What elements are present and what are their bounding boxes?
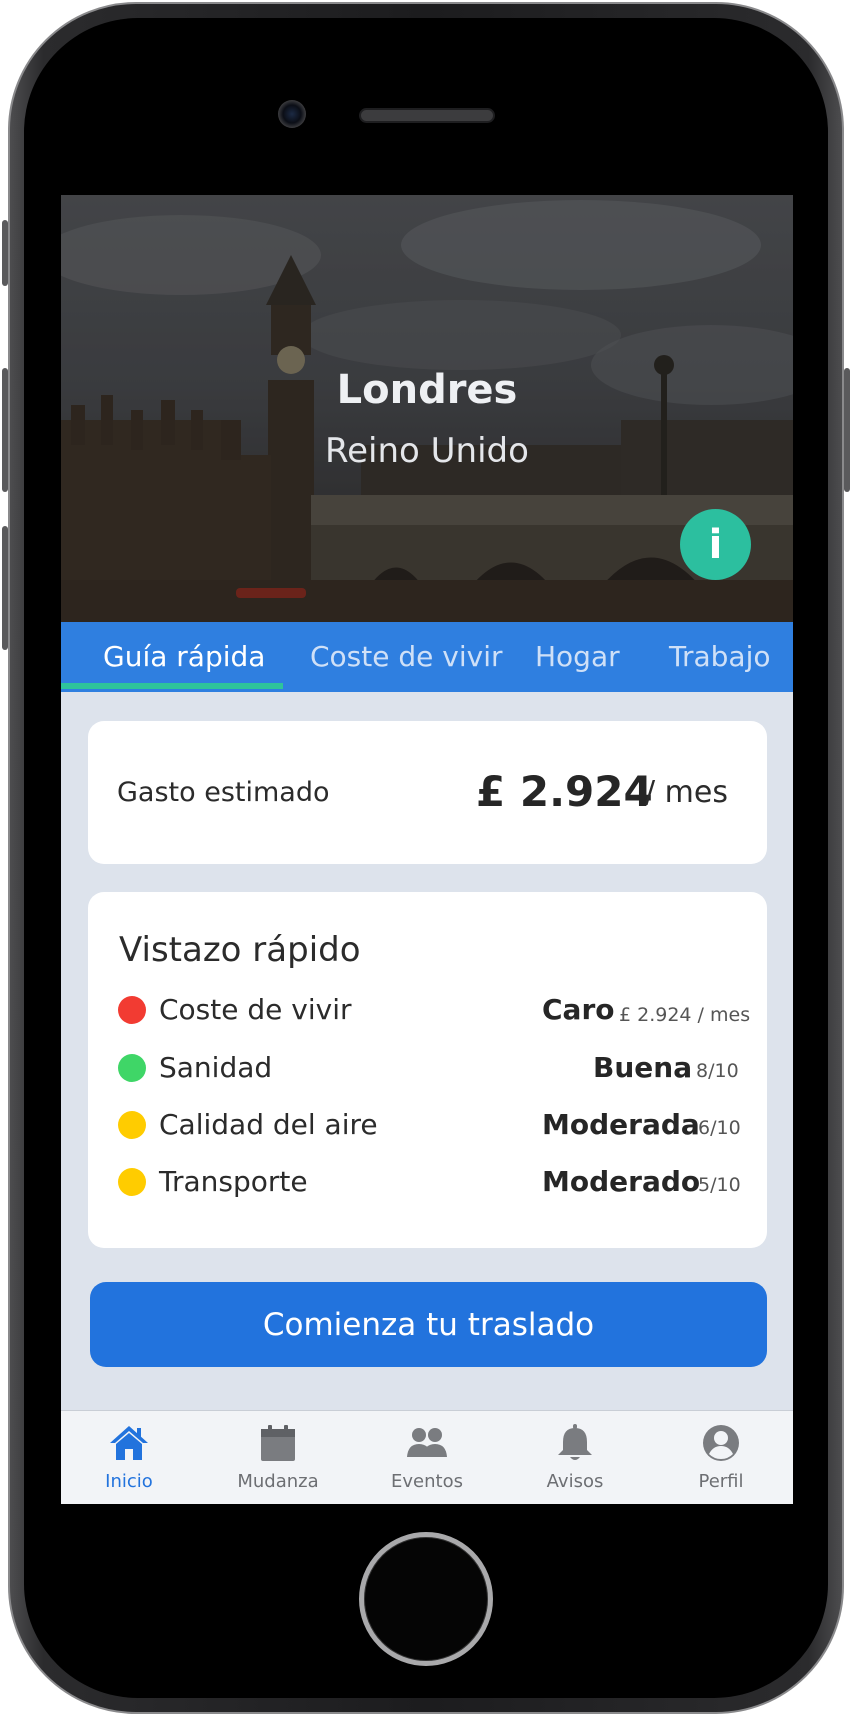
hero-banner: Londres Reino Unido i <box>61 195 793 622</box>
city-name: Londres <box>336 367 518 413</box>
nav-item-mudanza[interactable]: Mudanza <box>218 1411 338 1504</box>
home-icon <box>110 1426 148 1460</box>
overview-row-rating: Moderado <box>542 1165 701 1198</box>
nav-label-eventos: Eventos <box>391 1471 463 1492</box>
volume-down-button <box>2 526 8 650</box>
power-button <box>844 368 850 492</box>
nav-item-inicio[interactable]: Inicio <box>69 1411 189 1504</box>
mute-switch <box>2 220 8 286</box>
overview-row-label: Coste de vivir <box>159 993 352 1026</box>
user-circle-icon <box>703 1425 739 1461</box>
nav-label-mudanza: Mudanza <box>237 1471 319 1492</box>
overview-row-detail: 5/10 <box>698 1174 741 1196</box>
overview-row-detail: £ 2.924 / mes <box>619 1004 751 1026</box>
overview-row-detail: 8/10 <box>696 1060 739 1082</box>
quick-overview-title: Vistazo rápido <box>119 930 361 970</box>
users-icon <box>407 1428 447 1457</box>
nav-item-perfil[interactable]: Perfil <box>661 1411 781 1504</box>
info-button[interactable]: i <box>680 509 751 580</box>
status-dot-red <box>118 996 146 1024</box>
nav-item-eventos[interactable]: Eventos <box>367 1411 487 1504</box>
status-dot-yellow <box>118 1168 146 1196</box>
quick-overview-card: Vistazo rápido Coste de vivir Caro £ 2.9… <box>88 892 767 1248</box>
overview-row-rating: Caro <box>542 993 615 1026</box>
nav-item-avisos[interactable]: Avisos <box>515 1411 635 1504</box>
overview-row-label: Calidad del aire <box>159 1108 378 1141</box>
active-tab-indicator <box>61 683 283 689</box>
estimated-cost-card: Gasto estimado £ 2.924 / mes <box>88 721 767 864</box>
app-screen: Londres Reino Unido i Guía rápida Coste … <box>61 195 793 1504</box>
estimated-cost-amount: £ 2.924 <box>476 767 653 816</box>
country-name: Reino Unido <box>325 431 529 471</box>
estimated-cost-period: / mes <box>645 775 728 810</box>
overview-row-label: Transporte <box>159 1165 308 1198</box>
overview-row-rating: Moderada <box>542 1108 700 1141</box>
tab-bar: Guía rápida Coste de vivir Hogar Trabajo <box>61 622 793 692</box>
tab-trabajo[interactable]: Trabajo <box>669 622 771 692</box>
front-camera <box>278 100 306 128</box>
tab-coste-de-vivir[interactable]: Coste de vivir <box>310 622 503 692</box>
overview-row-rating: Buena <box>593 1051 693 1084</box>
tab-hogar[interactable]: Hogar <box>535 622 620 692</box>
calendar-icon <box>261 1425 295 1461</box>
volume-up-button <box>2 368 8 492</box>
bottom-navigation: Inicio Mudanza Eventos Avisos Perfil <box>61 1410 793 1504</box>
earpiece-speaker <box>359 108 495 123</box>
bell-icon <box>558 1424 592 1460</box>
start-move-button[interactable]: Comienza tu traslado <box>90 1282 767 1367</box>
estimated-cost-label: Gasto estimado <box>117 777 330 808</box>
overview-row-detail: 6/10 <box>698 1117 741 1139</box>
status-dot-green <box>118 1054 146 1082</box>
tab-guia-rapida[interactable]: Guía rápida <box>103 622 265 692</box>
nav-label-inicio: Inicio <box>105 1471 153 1492</box>
home-button[interactable] <box>359 1532 493 1666</box>
overview-row-label: Sanidad <box>159 1051 273 1084</box>
status-dot-yellow <box>118 1111 146 1139</box>
info-icon: i <box>708 521 723 568</box>
nav-label-perfil: Perfil <box>698 1471 744 1492</box>
nav-label-avisos: Avisos <box>546 1471 604 1492</box>
